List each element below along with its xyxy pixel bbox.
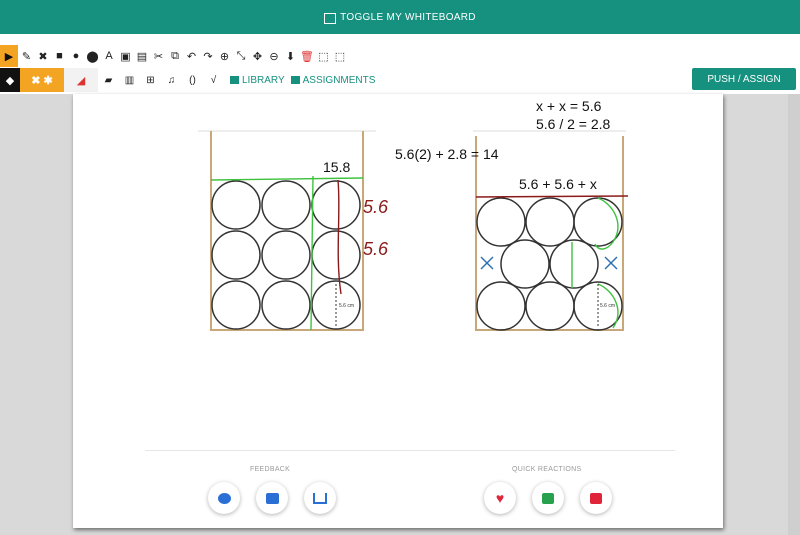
handwritten-5-6-top: 5.6 (363, 197, 389, 217)
trash-icon[interactable]: 🗑 (299, 47, 315, 65)
cut-tool-icon[interactable]: ✂ (151, 47, 167, 65)
rectangle-tool-icon[interactable]: ■ (52, 47, 68, 65)
thumbs-up-icon (542, 492, 554, 504)
eraser-icon[interactable]: ◢ (64, 68, 98, 92)
palette-icon[interactable]: ◆ (0, 68, 20, 92)
undo-icon[interactable]: ↶ (184, 47, 200, 65)
zoom-in-icon[interactable]: ⊕ (217, 47, 233, 65)
label-sum: 5.6 + 5.6 + x (519, 176, 597, 192)
library-button[interactable]: LIBRARY (230, 75, 285, 86)
comment-button[interactable] (208, 482, 240, 514)
library-label: LIBRARY (242, 74, 285, 86)
toggle-whiteboard-label: TOGGLE MY WHITEBOARD (340, 11, 476, 23)
select-tool-icon[interactable]: ▶ (0, 45, 18, 67)
sqrt-icon[interactable]: √ (203, 68, 224, 92)
quick-reactions-label: QUICK REACTIONS (512, 466, 582, 473)
bars-icon[interactable]: ▥ (119, 68, 140, 92)
layer-icon[interactable]: ⬚ (316, 47, 332, 65)
settings-toggle-button[interactable]: ✖ ✱ (20, 68, 64, 92)
whiteboard-canvas[interactable]: x + x = 5.6 5.6 / 2 = 2.8 5.6(2) + 2.8 =… (73, 94, 723, 528)
download-icon[interactable]: ⬇ (283, 47, 299, 65)
filled-circle-tool-icon[interactable]: ⬤ (85, 47, 101, 65)
circle-tool-icon[interactable]: ● (68, 47, 84, 65)
copy-tool-icon[interactable]: ⧉ (167, 47, 183, 65)
users-icon (313, 492, 327, 504)
zoom-out-icon[interactable]: ⊖ (266, 47, 282, 65)
handwritten-5-6-bottom: 5.6 (363, 239, 389, 259)
fit-icon[interactable]: ⤡ (233, 47, 249, 65)
toolbar: ▶ ✎ ✖ ■ ● ⬤ A ▣ ▤ ✂ ⧉ ↶ ↷ ⊕ ⤡ ✥ ⊖ ⬇ 🗑 ⬚ … (0, 34, 800, 94)
label-15-8: 15.8 (323, 159, 350, 175)
move-icon[interactable]: ✥ (250, 47, 266, 65)
image-tool-icon[interactable]: ▣ (118, 47, 134, 65)
text-tool-icon[interactable]: A (101, 47, 117, 65)
small-label-left: 5.6 cm (339, 303, 354, 309)
whiteboard-drawing: x + x = 5.6 5.6 / 2 = 2.8 5.6(2) + 2.8 =… (198, 98, 629, 331)
list-button[interactable] (256, 482, 288, 514)
footer-divider (145, 450, 675, 451)
thumbs-up-button[interactable] (532, 482, 564, 514)
raise-hand-button[interactable] (304, 482, 336, 514)
grid-icon[interactable]: ⊞ (140, 68, 161, 92)
toggle-whiteboard-bar[interactable]: TOGGLE MY WHITEBOARD (0, 0, 800, 34)
equation-right-1: x + x = 5.6 (536, 98, 602, 114)
feedback-label: FEEDBACK (250, 466, 291, 473)
tools-row-primary: ▶ ✎ ✖ ■ ● ⬤ A ▣ ▤ ✂ ⧉ ↶ ↷ ⊕ ⤡ ✥ ⊖ ⬇ 🗑 ⬚ … (0, 44, 349, 68)
heart-icon: ♥ (495, 490, 505, 506)
whiteboard-icon (324, 12, 337, 24)
equation-right-2: 5.6 / 2 = 2.8 (536, 116, 611, 132)
small-label-right: 5.6 cm (600, 303, 615, 309)
push-assign-label: PUSH / ASSIGN (707, 73, 781, 85)
graduation-icon[interactable]: ▰ (98, 68, 119, 92)
tools-row-secondary: ◆ ✖ ✱ ◢ ▰ ▥ ⊞ ♫ () √ LIBRARY ASSIGNMENTS (0, 68, 375, 92)
assignments-button[interactable]: ASSIGNMENTS (290, 74, 376, 86)
cross-tool-icon[interactable]: ✖ (35, 47, 51, 65)
music-icon[interactable]: ♫ (161, 68, 182, 92)
heart-button[interactable]: ♥ (484, 482, 516, 514)
pen-tool-icon[interactable]: ✎ (19, 47, 35, 65)
scrollbar[interactable] (788, 94, 800, 535)
layer-two-icon[interactable]: ⬚ (332, 47, 348, 65)
assignments-label: ASSIGNMENTS (302, 74, 376, 86)
thumbs-down-icon (590, 492, 602, 504)
push-assign-button[interactable]: PUSH / ASSIGN (692, 68, 796, 90)
folder-icon (230, 76, 239, 84)
equation-middle: 5.6(2) + 2.8 = 14 (395, 146, 499, 162)
brackets-icon[interactable]: () (182, 68, 203, 92)
list-icon (265, 492, 279, 504)
document-tool-icon[interactable]: ▤ (134, 47, 150, 65)
users-icon (290, 76, 300, 84)
comment-icon (217, 492, 231, 504)
redo-icon[interactable]: ↷ (200, 47, 216, 65)
thumbs-down-button[interactable] (580, 482, 612, 514)
